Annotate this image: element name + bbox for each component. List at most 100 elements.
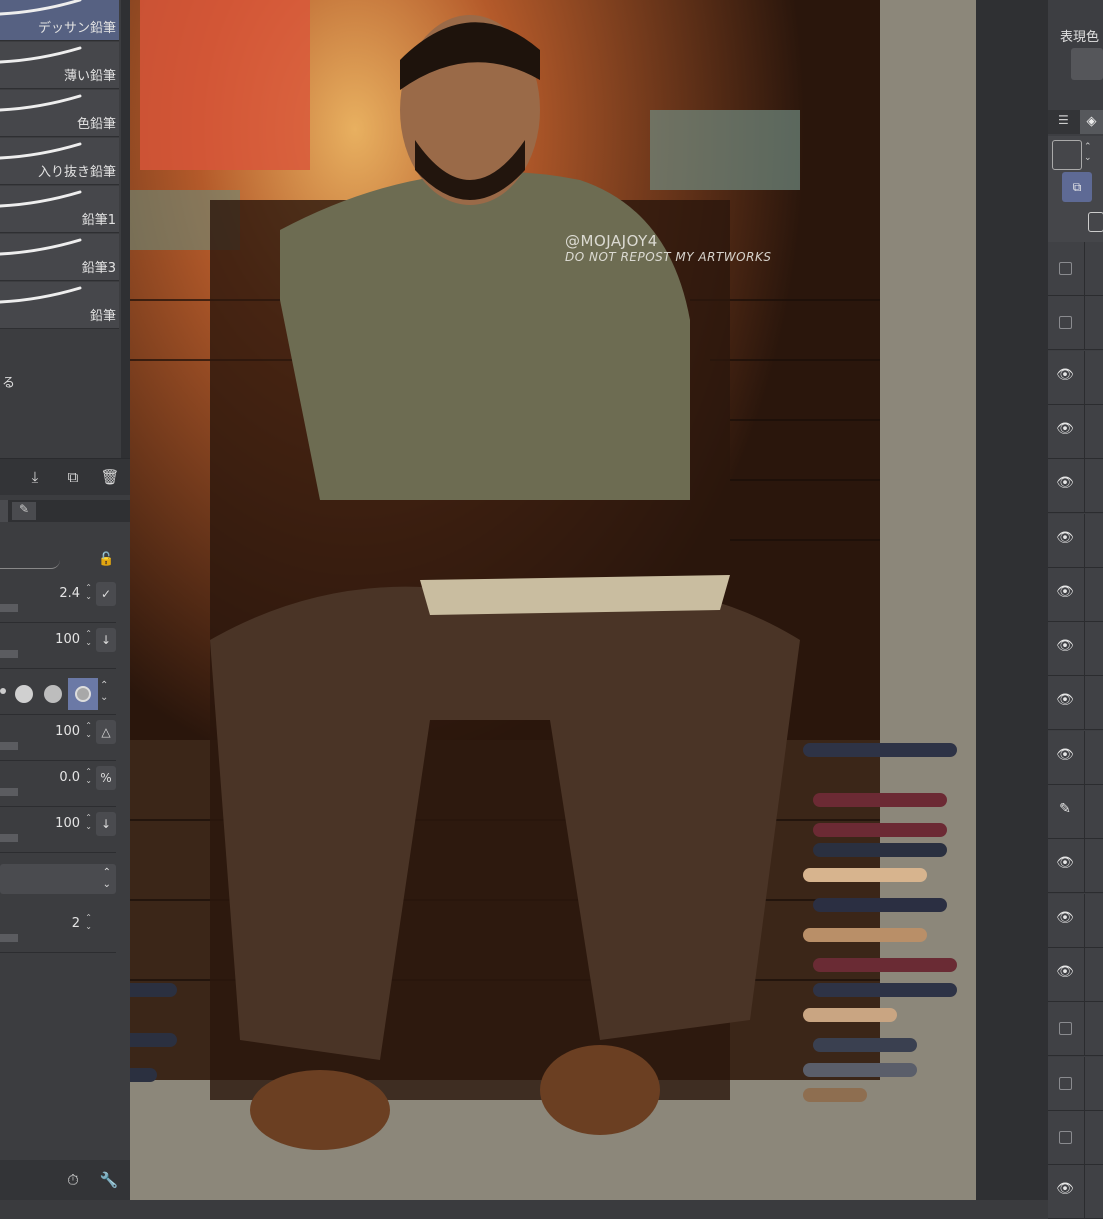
new-layer-icon[interactable] (1052, 140, 1082, 170)
layer-row[interactable]: 👁 (1048, 947, 1103, 1002)
property-value[interactable]: 2.4 (59, 586, 80, 601)
eye-icon[interactable]: 👁 (1056, 421, 1074, 439)
tip-small-icon[interactable] (0, 688, 6, 694)
layer-row[interactable]: 👁 (1048, 1165, 1103, 1219)
layer-row[interactable] (1048, 1002, 1103, 1057)
layer-row[interactable]: 👁 (1048, 459, 1103, 514)
layer-row[interactable]: 👁 (1048, 676, 1103, 731)
eye-icon[interactable]: 👁 (1056, 530, 1074, 548)
eye-icon[interactable]: 👁 (1056, 638, 1074, 656)
visibility-checkbox[interactable] (1059, 1130, 1072, 1144)
eye-icon[interactable]: 👁 (1056, 367, 1074, 385)
color-expression-select[interactable] (1071, 48, 1103, 80)
property-slider[interactable] (0, 834, 18, 842)
brush-list-scrollbar[interactable] (121, 0, 130, 460)
spin-icon[interactable]: ⌃ ⌄ (85, 629, 92, 647)
canvas-area[interactable]: @MOJAJOY4 DO NOT REPOST MY ARTWORKS (130, 0, 976, 1200)
property-row[interactable]: 2 ⌃ ⌄ (0, 908, 116, 953)
spin-icon[interactable]: ⌃ ⌄ (85, 913, 92, 931)
duplicate-icon[interactable]: ⧉ (62, 466, 84, 488)
tip-spin-icon[interactable]: ⌃ ⌄ (100, 680, 108, 704)
tip-round-icon[interactable] (15, 685, 33, 703)
eye-icon[interactable]: 👁 (1056, 964, 1074, 982)
eye-icon[interactable]: 👁 (1056, 584, 1074, 602)
layer-row[interactable]: 👁 (1048, 893, 1103, 948)
tip-soft-icon[interactable] (44, 685, 62, 703)
clip-layer-icon[interactable]: ⧉ (1062, 172, 1092, 202)
property-row[interactable]: 100 ⌃ ⌄ ↓ (0, 808, 116, 853)
property-slider[interactable] (0, 742, 18, 750)
layer-row[interactable] (1048, 1110, 1103, 1165)
visibility-checkbox[interactable] (1059, 1022, 1072, 1036)
brush-item[interactable]: 鉛筆3 (0, 234, 119, 281)
layer-spin-icon[interactable]: ⌃ ⌄ (1084, 142, 1092, 164)
property-button[interactable]: ✓ (96, 582, 116, 606)
brush-item[interactable]: 鉛筆1 (0, 186, 119, 233)
layer-divider (1084, 893, 1085, 947)
layer-divider (1084, 947, 1085, 1001)
pen-tab-icon[interactable]: ✎ (12, 502, 36, 520)
brush-item[interactable]: 入り抜き鉛筆 (0, 138, 119, 185)
property-button[interactable]: ↓ (96, 812, 116, 836)
property-value[interactable]: 100 (55, 816, 80, 831)
property-button[interactable]: △ (96, 720, 116, 744)
eye-icon[interactable]: 👁 (1056, 855, 1074, 873)
property-slider[interactable] (0, 604, 18, 612)
property-value[interactable]: 0.0 (59, 770, 80, 785)
brush-item[interactable]: デッサン鉛筆 (0, 0, 119, 41)
property-row[interactable]: 100 ⌃ ⌄ ↓ (0, 624, 116, 669)
property-slider[interactable] (0, 934, 18, 942)
layer-row[interactable]: 👁 (1048, 622, 1103, 677)
layer-row[interactable]: 👁 (1048, 730, 1103, 785)
eye-icon[interactable]: 👁 (1056, 475, 1074, 493)
layers-tab-icon[interactable]: ◈ (1080, 110, 1103, 134)
tab-tool-property[interactable] (0, 500, 8, 522)
spin-icon[interactable]: ⌃ ⌄ (85, 721, 92, 739)
eye-icon[interactable]: 👁 (1056, 910, 1074, 928)
lock-icon[interactable]: 🔓 (98, 552, 114, 567)
layer-row[interactable]: 👁 (1048, 350, 1103, 405)
timer-icon[interactable]: ⏱ (62, 1169, 84, 1191)
property-slider[interactable] (0, 650, 18, 658)
property-value[interactable]: 100 (55, 632, 80, 647)
brush-item[interactable]: 鉛筆 (0, 282, 119, 329)
layer-row[interactable]: ✎ (1048, 785, 1103, 839)
visibility-checkbox[interactable] (1059, 1076, 1072, 1090)
layer-row[interactable]: 👁 (1048, 513, 1103, 568)
brush-panel: デッサン鉛筆 薄い鉛筆 色鉛筆 入り抜き鉛筆 鉛筆1 鉛筆3 鉛筆 る ⤓ ⧉ 🗑 ✎ 🔓 … (0, 0, 130, 1200)
layer-row[interactable] (1048, 1056, 1103, 1111)
layer-divider (1084, 404, 1085, 458)
property-value[interactable]: 100 (55, 724, 80, 739)
mask-layer-icon[interactable] (1088, 212, 1103, 232)
layer-row[interactable] (1048, 296, 1103, 351)
layer-row[interactable]: 👁 (1048, 839, 1103, 894)
property-row[interactable]: 2.4 ⌃ ⌄ ✓ (0, 578, 116, 623)
property-value[interactable]: 2 (72, 916, 80, 931)
eye-icon[interactable]: 👁 (1056, 692, 1074, 710)
download-icon[interactable]: ⤓ (24, 466, 46, 488)
pencil-icon[interactable]: ✎ (1056, 801, 1074, 819)
visibility-checkbox[interactable] (1059, 316, 1072, 330)
spin-icon[interactable]: ⌃ ⌄ (85, 813, 92, 831)
layer-row[interactable]: 👁 (1048, 567, 1103, 622)
spin-icon[interactable]: ⌃ ⌄ (85, 767, 92, 785)
layer-row[interactable]: 👁 (1048, 404, 1103, 459)
trash-icon[interactable]: 🗑 (99, 466, 121, 488)
brush-item[interactable]: 色鉛筆 (0, 90, 119, 137)
tip-selected-icon[interactable] (68, 678, 98, 710)
brush-preview-stroke (0, 560, 60, 569)
eye-icon[interactable]: 👁 (1056, 747, 1074, 765)
brush-item[interactable]: 薄い鉛筆 (0, 42, 119, 89)
dropdown-select[interactable]: ⌃ ⌄ (0, 864, 116, 894)
spin-icon[interactable]: ⌃ ⌄ (85, 583, 92, 601)
visibility-checkbox[interactable] (1059, 262, 1072, 275)
property-row[interactable]: 0.0 ⌃ ⌄% (0, 762, 116, 807)
wrench-icon[interactable]: 🔧 (98, 1169, 120, 1191)
property-button[interactable]: ↓ (96, 628, 116, 652)
eye-icon[interactable]: 👁 (1056, 1181, 1074, 1199)
property-slider[interactable] (0, 788, 18, 796)
property-row[interactable]: 100 ⌃ ⌄ △ (0, 716, 116, 761)
menu-icon[interactable]: ☰ (1058, 113, 1069, 127)
property-button[interactable]: % (96, 766, 116, 790)
layer-row[interactable] (1048, 242, 1103, 296)
